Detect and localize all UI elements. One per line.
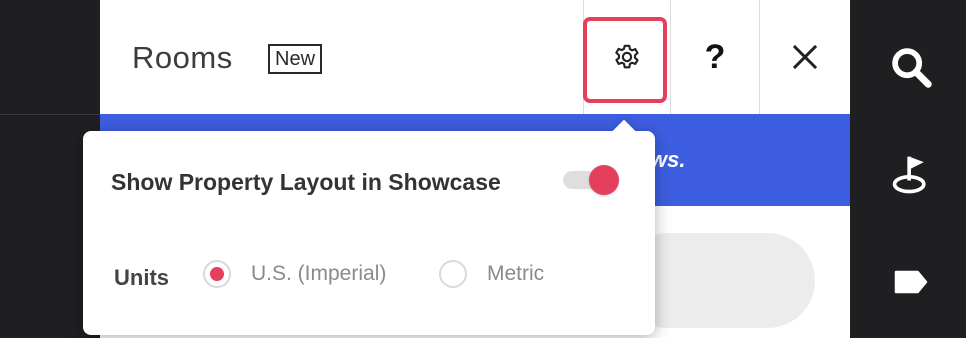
settings-popover: Show Property Layout in Showcase Units U…	[83, 119, 655, 335]
toggle-knob	[589, 165, 619, 195]
gear-icon	[615, 44, 639, 69]
radio-imperial[interactable]: U.S. (Imperial)	[203, 260, 386, 288]
units-label: Units	[114, 265, 169, 290]
radio-metric-label[interactable]: Metric	[487, 262, 544, 286]
settings-button[interactable]	[584, 0, 670, 114]
right-toolbar	[850, 0, 966, 338]
help-button[interactable]: ?	[671, 0, 759, 114]
close-button[interactable]	[760, 0, 850, 114]
flag-marker-icon	[892, 156, 926, 194]
left-divider	[0, 114, 100, 115]
radio-imperial-label[interactable]: U.S. (Imperial)	[251, 262, 386, 286]
search-icon	[892, 48, 932, 88]
tag-button[interactable]	[888, 259, 934, 305]
flag-marker-button[interactable]	[888, 152, 934, 198]
show-layout-label: Show Property Layout in Showcase	[111, 169, 501, 195]
radio-imperial-circle[interactable]	[203, 260, 231, 288]
search-button[interactable]	[888, 44, 934, 90]
tag-icon	[894, 270, 928, 294]
radio-metric[interactable]: Metric	[439, 260, 544, 288]
panel-header: Rooms New ?	[100, 0, 850, 114]
banner-text: ws.	[650, 147, 686, 172]
radio-metric-circle[interactable]	[439, 260, 467, 288]
panel-title: Rooms	[132, 40, 233, 75]
new-badge: New	[268, 44, 323, 74]
close-icon	[792, 44, 818, 70]
show-layout-toggle[interactable]	[561, 165, 621, 195]
